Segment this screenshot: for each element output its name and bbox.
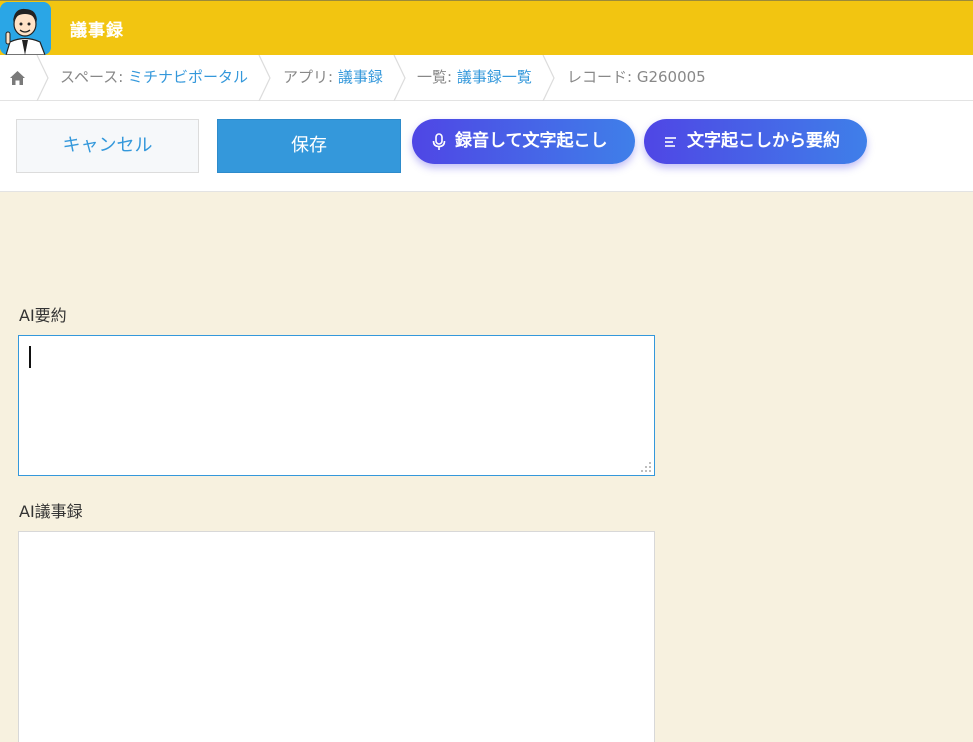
record-transcribe-button[interactable]: 録音して文字起こし xyxy=(412,119,635,164)
ai-minutes-textarea[interactable] xyxy=(18,531,655,742)
edit-toolbar: キャンセル 保存 録音して文字起こし 文字起こしから要約 xyxy=(0,101,973,192)
ai-summary-textarea[interactable] xyxy=(18,335,655,476)
app-title: 議事録 xyxy=(70,21,124,41)
breadcrumb-separator xyxy=(258,55,271,101)
breadcrumb-separator xyxy=(542,55,555,101)
breadcrumb-app-link[interactable]: 議事録 xyxy=(338,68,383,86)
breadcrumb-view-link[interactable]: 議事録一覧 xyxy=(457,68,532,86)
breadcrumb-record-prefix: レコード: xyxy=(567,68,637,86)
text-caret xyxy=(29,346,31,368)
cancel-button[interactable]: キャンセル xyxy=(16,119,199,173)
breadcrumb-view-prefix: 一覧: xyxy=(417,68,457,86)
breadcrumb: スペース: ミチナビポータル アプリ: 議事録 一覧: 議事録一覧 レコード: … xyxy=(0,55,973,101)
breadcrumb-separator xyxy=(36,55,49,101)
microphone-icon xyxy=(432,133,446,150)
ai-minutes-label: AI議事録 xyxy=(19,502,83,521)
breadcrumb-app-prefix: アプリ: xyxy=(283,68,338,86)
breadcrumb-record-id: G260005 xyxy=(636,68,706,86)
breadcrumb-space-prefix: スペース: xyxy=(60,68,129,86)
app-logo-icon[interactable] xyxy=(0,2,51,55)
save-button[interactable]: 保存 xyxy=(217,119,401,173)
breadcrumb-record: レコード: G260005 xyxy=(567,55,706,101)
home-icon[interactable] xyxy=(9,70,26,86)
breadcrumb-separator xyxy=(393,55,406,101)
record-transcribe-label: 録音して文字起こし xyxy=(455,131,608,151)
ai-summary-label: AI要約 xyxy=(19,306,67,325)
breadcrumb-app: アプリ: 議事録 xyxy=(283,55,383,101)
resize-grip-icon[interactable] xyxy=(640,461,652,473)
breadcrumb-space-link[interactable]: ミチナビポータル xyxy=(128,68,248,86)
text-lines-icon xyxy=(665,137,676,147)
app-header: 議事録 xyxy=(0,0,973,55)
breadcrumb-view: 一覧: 議事録一覧 xyxy=(417,55,532,101)
breadcrumb-space: スペース: ミチナビポータル xyxy=(60,55,248,101)
summarize-transcript-button[interactable]: 文字起こしから要約 xyxy=(644,119,867,164)
summarize-transcript-label: 文字起こしから要約 xyxy=(687,131,840,151)
